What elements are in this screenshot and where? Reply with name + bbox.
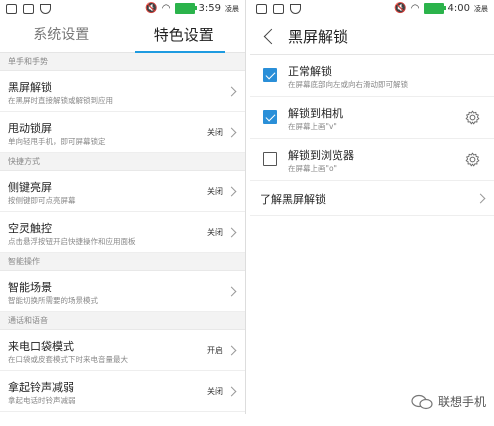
status-bar: 🔇 ◠ 4:00 凌晨 (250, 0, 494, 20)
option-subtitle: 在屏幕上画"o" (288, 164, 337, 173)
status-time: 4:00 (447, 3, 470, 14)
section-header: 智能操作 (0, 253, 245, 271)
chevron-right-icon (226, 286, 237, 297)
notification-icon (256, 4, 267, 14)
setting-value: 关闭 (207, 128, 223, 137)
setting-title: 甩动锁屏 (8, 122, 52, 135)
shield-icon (290, 4, 301, 14)
setting-title: 侧键亮屏 (8, 181, 52, 194)
option-title: 解锁到浏览器 (288, 149, 354, 162)
option-subtitle: 在屏幕上画"v" (288, 122, 337, 131)
black-screen-unlock-screen: 🔇 ◠ 4:00 凌晨 黑屏解锁 正常解锁在屏幕底部向左或向右滑动即可解锁解锁到… (250, 0, 494, 414)
watermark: 联想手机 (411, 393, 486, 410)
section-header: 通话和语音 (0, 312, 245, 330)
chevron-right-icon (226, 86, 237, 97)
unlock-option[interactable]: 解锁到相机在屏幕上画"v" (250, 97, 494, 139)
page-header: 黑屏解锁 (250, 20, 494, 55)
wifi-icon: ◠ (161, 3, 171, 14)
setting-row[interactable]: 来电口袋模式在口袋或皮套模式下时来电音量最大 开启 (0, 330, 245, 371)
wechat-icon (411, 394, 433, 409)
setting-title: 智能场景 (8, 281, 52, 294)
setting-value: 关闭 (207, 228, 223, 237)
battery-icon (423, 3, 446, 14)
chevron-right-icon (226, 386, 237, 397)
setting-row[interactable]: 拿起铃声减弱拿起电话时铃声减弱 关闭 (0, 371, 245, 412)
setting-subtitle: 单向轻甩手机，即可屏幕锁定 (8, 137, 106, 146)
setting-subtitle: 点击悬浮按钮开启快捷操作和应用面板 (8, 237, 136, 246)
unlock-options: 正常解锁 在屏幕底部向左或向右滑动即可解锁 解锁到相机 在屏幕上画"v" 解锁到浏览器在… (250, 55, 494, 181)
section-header: 单手和手势 (0, 53, 245, 71)
back-arrow-icon[interactable] (263, 28, 280, 45)
gear-icon[interactable] (465, 152, 480, 167)
mute-icon: 🔇 (394, 3, 407, 14)
active-tab-indicator (135, 51, 225, 53)
setting-value: 开启 (207, 346, 223, 355)
chevron-right-icon (475, 193, 486, 204)
battery-icon (174, 3, 197, 14)
section-header: 快捷方式 (0, 153, 245, 171)
chevron-right-icon (226, 227, 237, 238)
chevron-right-icon (226, 345, 237, 356)
option-title: 正常解锁 (288, 65, 332, 78)
wifi-icon: ◠ (410, 3, 420, 14)
shield-icon (40, 4, 51, 14)
status-period: 凌晨 (225, 4, 239, 13)
setting-value: 关闭 (207, 387, 223, 396)
tab-system-settings[interactable]: 系统设置 (0, 20, 123, 52)
notification-icon (6, 4, 17, 14)
learn-more-label: 了解黑屏解锁 (260, 193, 326, 206)
settings-list: 单手和手势黑屏解锁在黑屏时直接解锁或解锁到应用甩动锁屏单向轻甩手机，即可屏幕锁定… (0, 53, 245, 412)
status-time: 3:59 (198, 3, 221, 14)
setting-subtitle: 在黑屏时直接解锁或解锁到应用 (8, 96, 113, 105)
option-title: 解锁到相机 (288, 107, 343, 120)
chevron-right-icon (226, 186, 237, 197)
tab-feature-settings[interactable]: 特色设置 (123, 20, 246, 52)
setting-row[interactable]: 智能场景智能切换所需要的场景模式 (0, 271, 245, 312)
setting-title: 来电口袋模式 (8, 340, 74, 353)
gear-icon[interactable] (465, 110, 480, 125)
option-subtitle: 在屏幕底部向左或向右滑动即可解锁 (288, 80, 408, 89)
setting-row[interactable]: 侧键亮屏按侧键即可点亮屏幕 关闭 (0, 171, 245, 212)
learn-more-row[interactable]: 了解黑屏解锁 (250, 181, 494, 216)
setting-subtitle: 拿起电话时铃声减弱 (8, 396, 76, 405)
status-period: 凌晨 (474, 4, 488, 13)
setting-value: 关闭 (207, 187, 223, 196)
checkbox[interactable] (263, 152, 277, 166)
checkbox[interactable] (263, 110, 277, 124)
setting-subtitle: 在口袋或皮套模式下时来电音量最大 (8, 355, 128, 364)
setting-row[interactable]: 空灵触控点击悬浮按钮开启快捷操作和应用面板 关闭 (0, 212, 245, 253)
page-title: 黑屏解锁 (288, 28, 349, 46)
setting-subtitle: 智能切换所需要的场景模式 (8, 296, 98, 305)
status-bar: 🔇 ◠ 3:59 凌晨 (0, 0, 245, 20)
setting-row[interactable]: 甩动锁屏单向轻甩手机，即可屏幕锁定 关闭 (0, 112, 245, 153)
setting-title: 拿起铃声减弱 (8, 381, 74, 394)
image-icon (23, 4, 34, 14)
setting-row[interactable]: 黑屏解锁在黑屏时直接解锁或解锁到应用 (0, 71, 245, 112)
system-settings-screen: 🔇 ◠ 3:59 凌晨 系统设置 特色设置 单手和手势黑屏解锁在黑屏时直接解锁或… (0, 0, 246, 414)
setting-subtitle: 按侧键即可点亮屏幕 (8, 196, 76, 205)
settings-tabs: 系统设置 特色设置 (0, 20, 245, 53)
watermark-text: 联想手机 (437, 395, 486, 409)
mute-icon: 🔇 (145, 3, 158, 14)
setting-title: 空灵触控 (8, 222, 52, 235)
image-icon (273, 4, 284, 14)
unlock-option[interactable]: 正常解锁在屏幕底部向左或向右滑动即可解锁 (250, 55, 494, 97)
unlock-option[interactable]: 解锁到浏览器在屏幕上画"o" (250, 139, 494, 181)
checkbox[interactable] (263, 68, 277, 82)
chevron-right-icon (226, 127, 237, 138)
setting-title: 黑屏解锁 (8, 81, 52, 94)
